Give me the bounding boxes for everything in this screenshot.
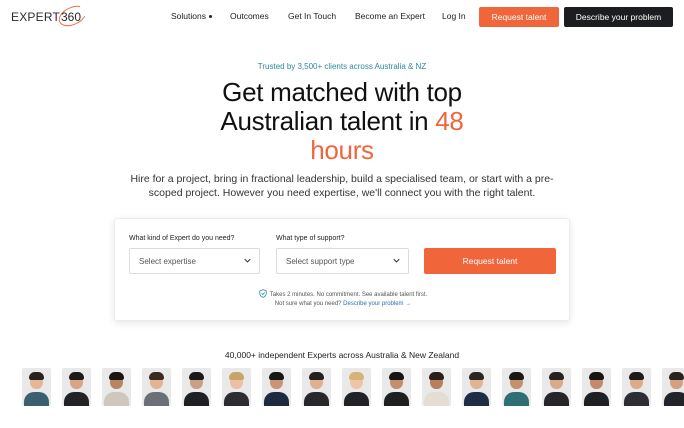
avatar-body bbox=[544, 392, 569, 406]
expert-avatar bbox=[502, 368, 531, 406]
expert-avatar bbox=[582, 368, 611, 406]
avatar-hair bbox=[149, 372, 164, 380]
avatar-hair bbox=[109, 372, 124, 380]
avatar-body bbox=[304, 392, 329, 406]
expertise-select[interactable]: Select expertise bbox=[129, 248, 260, 274]
chevron-down-icon bbox=[244, 258, 251, 263]
avatar-body bbox=[264, 392, 289, 406]
avatar-hair bbox=[549, 372, 564, 380]
trusted-tagline: Trusted by 3,500+ clients across Austral… bbox=[257, 62, 427, 71]
nav-outcomes[interactable]: Outcomes bbox=[230, 11, 269, 21]
nav-get-in-touch[interactable]: Get In Touch bbox=[288, 11, 336, 21]
experts-avatar-strip bbox=[0, 368, 684, 406]
shield-check-icon bbox=[259, 289, 267, 298]
expert-avatar bbox=[222, 368, 251, 406]
request-talent-submit-button[interactable]: Request talent bbox=[424, 248, 556, 274]
talent-request-form: What kind of Expert do you need? Select … bbox=[114, 218, 570, 321]
avatar-body bbox=[344, 392, 369, 406]
nav-solutions-label: Solutions bbox=[171, 11, 206, 21]
page-headline: Get matched with top Australian talent i… bbox=[142, 78, 542, 165]
not-sure-text: Not sure what you need? bbox=[274, 301, 344, 307]
logo-number: 360 bbox=[61, 10, 82, 24]
expert-avatar bbox=[382, 368, 411, 406]
avatar-hair bbox=[69, 372, 84, 380]
expert-avatar bbox=[542, 368, 571, 406]
nav-log-in[interactable]: Log In bbox=[442, 11, 466, 21]
expertise-select-value: Select expertise bbox=[139, 256, 196, 266]
expert-avatar bbox=[62, 368, 91, 406]
expert-avatar bbox=[422, 368, 451, 406]
expert-avatar bbox=[142, 368, 171, 406]
top-nav: EXPERT 360 Solutions Outcomes Get In Tou… bbox=[0, 0, 684, 34]
avatar-hair bbox=[589, 372, 604, 380]
avatar-body bbox=[664, 392, 684, 406]
not-sure-row: Not sure what you need? Describe your pr… bbox=[115, 301, 571, 307]
avatar-body bbox=[464, 392, 489, 406]
avatar-hair bbox=[349, 372, 364, 380]
expert-label: What kind of Expert do you need? bbox=[129, 235, 235, 242]
avatar-body bbox=[424, 392, 449, 406]
avatar-hair bbox=[389, 372, 404, 380]
avatar-body bbox=[384, 392, 409, 406]
avatar-body bbox=[624, 392, 649, 406]
avatar-body bbox=[64, 392, 89, 406]
form-note: Takes 2 minutes. No commitment. See avai… bbox=[115, 289, 571, 298]
headline-line1: Get matched with top bbox=[222, 77, 462, 107]
avatar-hair bbox=[269, 372, 284, 380]
avatar-hair bbox=[629, 372, 644, 380]
expert-avatar bbox=[342, 368, 371, 406]
support-label: What type of support? bbox=[276, 235, 345, 242]
describe-problem-link[interactable]: Describe your problem → bbox=[343, 301, 411, 307]
chevron-down-icon bbox=[393, 258, 400, 263]
form-note-text: Takes 2 minutes. No commitment. See avai… bbox=[269, 292, 428, 298]
expert-avatar bbox=[462, 368, 491, 406]
avatar-body bbox=[504, 392, 529, 406]
request-talent-button[interactable]: Request talent bbox=[479, 7, 559, 27]
avatar-body bbox=[224, 392, 249, 406]
describe-problem-button[interactable]: Describe your problem bbox=[564, 7, 673, 27]
avatar-hair bbox=[229, 372, 244, 380]
expert-avatar bbox=[262, 368, 291, 406]
expert-avatar bbox=[182, 368, 211, 406]
headline-accent-unit: hours bbox=[310, 135, 374, 165]
headline-line2: Australian talent in bbox=[220, 106, 436, 136]
expert-avatar bbox=[22, 368, 51, 406]
avatar-body bbox=[184, 392, 209, 406]
support-select-value: Select support type bbox=[286, 256, 355, 266]
avatar-body bbox=[24, 392, 49, 406]
avatar-hair bbox=[469, 372, 484, 380]
headline-accent-number: 48 bbox=[435, 106, 464, 136]
nav-solutions[interactable]: Solutions bbox=[171, 11, 212, 21]
nav-become-expert[interactable]: Become an Expert bbox=[355, 11, 425, 21]
expert-avatar bbox=[102, 368, 131, 406]
avatar-hair bbox=[189, 372, 204, 380]
avatar-hair bbox=[509, 372, 524, 380]
expert-avatar bbox=[302, 368, 331, 406]
avatar-hair bbox=[669, 372, 684, 380]
avatar-hair bbox=[29, 372, 44, 380]
dropdown-dot-icon bbox=[208, 15, 212, 18]
support-type-select[interactable]: Select support type bbox=[276, 248, 409, 274]
avatar-body bbox=[144, 392, 169, 406]
logo-mark: 360 bbox=[55, 1, 90, 31]
avatar-hair bbox=[429, 372, 444, 380]
hero-subtitle: Hire for a project, bring in fractional … bbox=[130, 173, 554, 199]
avatar-body bbox=[104, 392, 129, 406]
avatar-body bbox=[584, 392, 609, 406]
avatar-hair bbox=[309, 372, 324, 380]
experts-title: 40,000+ independent Experts across Austr… bbox=[224, 350, 460, 360]
expert-avatar bbox=[622, 368, 651, 406]
expert-avatar bbox=[662, 368, 684, 406]
